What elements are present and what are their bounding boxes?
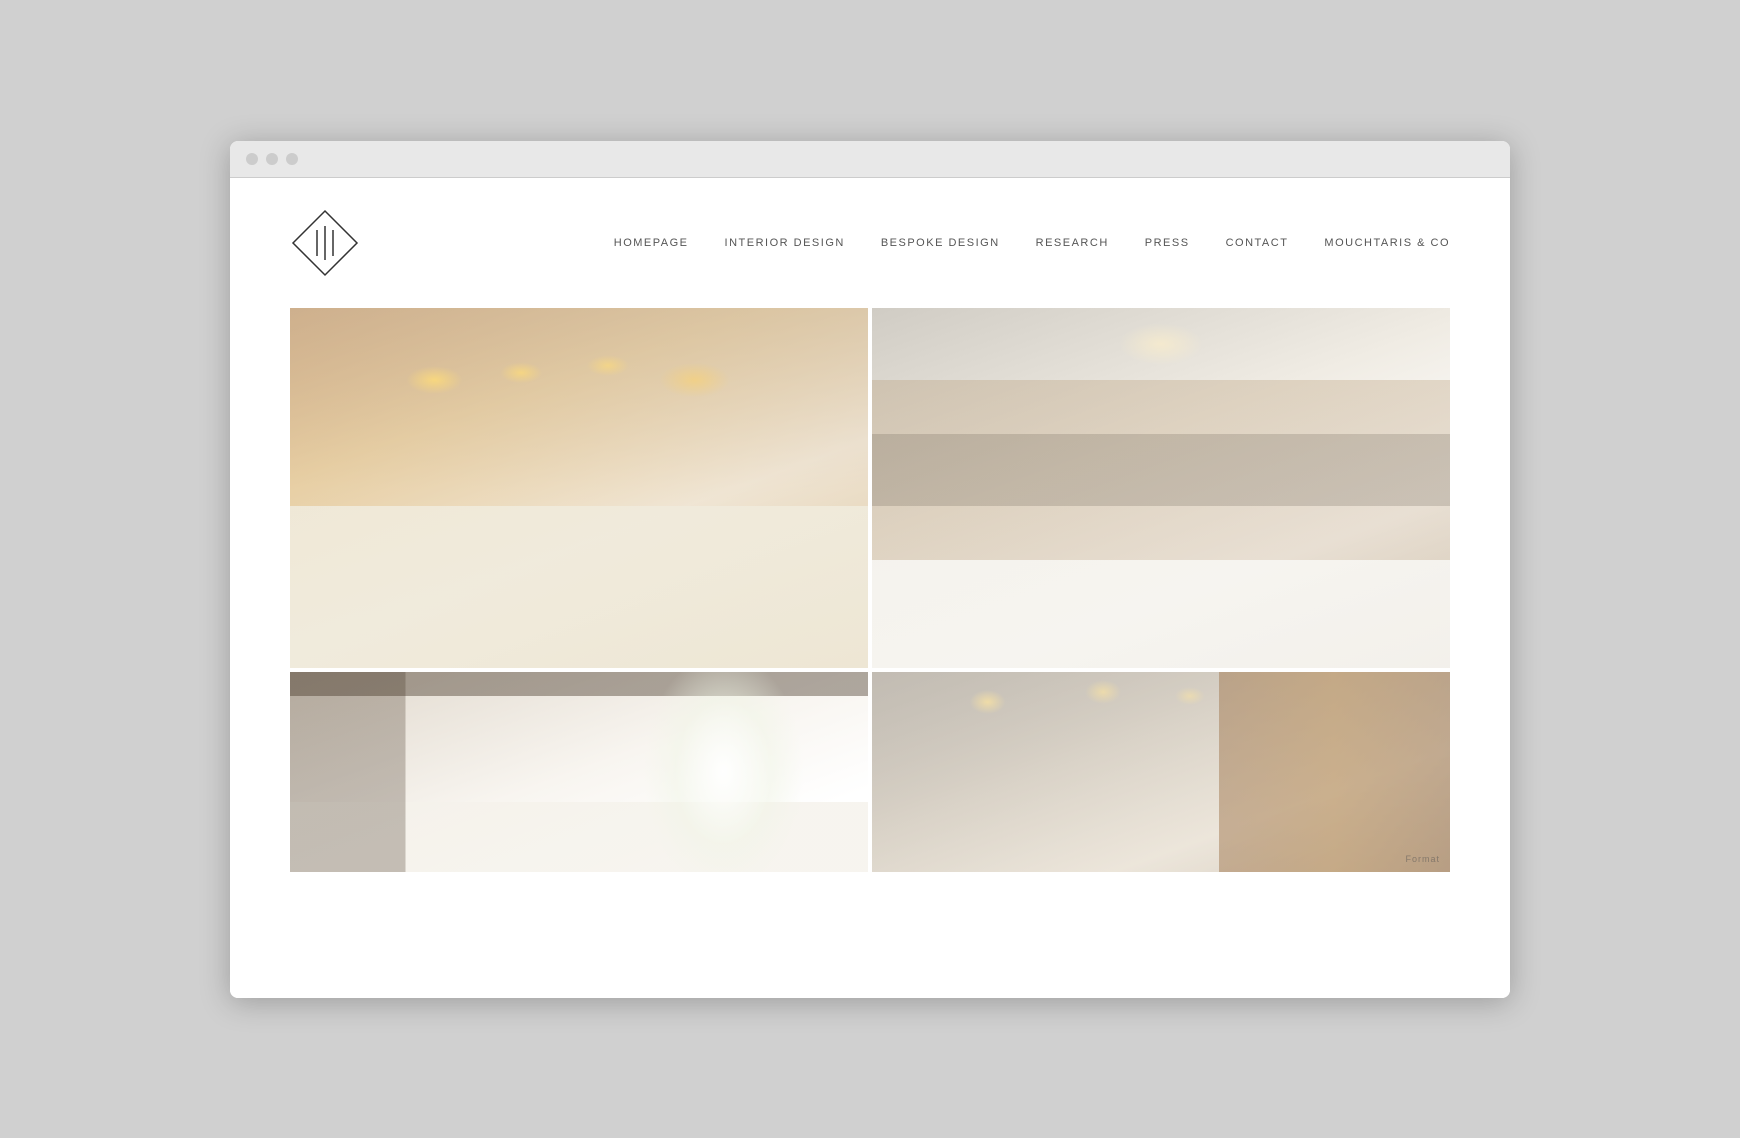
gallery-image-4-inner bbox=[872, 672, 1450, 872]
gallery-image-3[interactable] bbox=[290, 672, 868, 872]
browser-dot-minimize[interactable] bbox=[266, 153, 278, 165]
nav-item-contact[interactable]: CONTACT bbox=[1226, 237, 1289, 249]
nav-item-interior-design[interactable]: INTERIOR DESIGN bbox=[725, 237, 845, 249]
gallery-image-3-inner bbox=[290, 672, 868, 872]
browser-chrome bbox=[230, 141, 1510, 178]
main-nav: HOMEPAGE INTERIOR DESIGN BESPOKE DESIGN … bbox=[614, 237, 1450, 249]
nav-item-research[interactable]: RESEARCH bbox=[1036, 237, 1109, 249]
nav-item-mouchtaris[interactable]: MOUCHTARIS & CO bbox=[1324, 237, 1450, 249]
browser-window: HOMEPAGE INTERIOR DESIGN BESPOKE DESIGN … bbox=[230, 141, 1510, 998]
gallery-image-1[interactable] bbox=[290, 308, 868, 668]
nav-item-press[interactable]: PRESS bbox=[1145, 237, 1190, 249]
browser-dot-close[interactable] bbox=[246, 153, 258, 165]
website-content: HOMEPAGE INTERIOR DESIGN BESPOKE DESIGN … bbox=[230, 178, 1510, 998]
gallery-grid: Format bbox=[290, 308, 1450, 872]
logo[interactable] bbox=[290, 208, 360, 278]
gallery-image-4[interactable]: Format bbox=[872, 672, 1450, 872]
nav-item-bespoke-design[interactable]: BESPOKE DESIGN bbox=[881, 237, 1000, 249]
gallery-image-1-inner bbox=[290, 308, 868, 668]
nav-item-homepage[interactable]: HOMEPAGE bbox=[614, 237, 689, 249]
gallery-image-2[interactable] bbox=[872, 308, 1450, 668]
logo-diamond-icon bbox=[290, 208, 360, 278]
site-header: HOMEPAGE INTERIOR DESIGN BESPOKE DESIGN … bbox=[230, 178, 1510, 308]
watermark-text: Format bbox=[1405, 854, 1440, 864]
browser-dot-maximize[interactable] bbox=[286, 153, 298, 165]
gallery-image-2-inner bbox=[872, 308, 1450, 668]
